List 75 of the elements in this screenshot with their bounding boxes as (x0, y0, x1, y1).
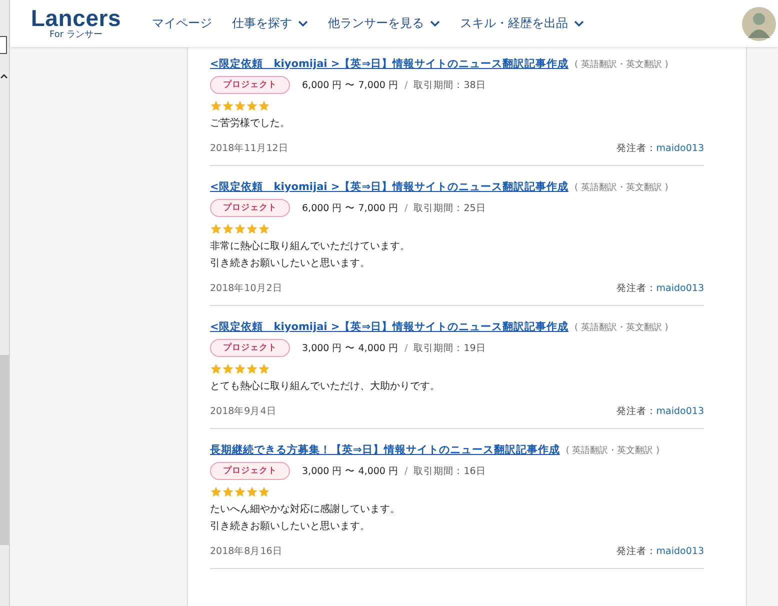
star-icon (246, 363, 258, 375)
job-title-link[interactable]: <限定依頼 kiyomijai >【英⇒日】情報サイトのニュース翻訳記事作成 (210, 180, 569, 194)
project-badge: プロジェクト (210, 462, 290, 480)
nav-link[interactable]: マイページ (152, 15, 212, 32)
price-text: 6,000 円 〜 7,000 円 (302, 78, 398, 92)
star-icon (234, 223, 246, 235)
comment-text: 引き続きお願いしたいと思います。 (210, 258, 371, 270)
price-text: 6,000 円 〜 7,000 円 (302, 202, 398, 214)
scrollbar-thumb[interactable] (0, 355, 9, 545)
comment-text: 非常に熱心に取り組んでいただけています。 (210, 241, 411, 253)
job-title-link[interactable]: <限定依頼 kiyomijai >【英⇒日】情報サイトのニュース翻訳記事作成 (210, 320, 569, 334)
star-icon (246, 486, 258, 498)
star-icon (222, 486, 234, 498)
date-text: 2018年11月12日 (210, 142, 288, 155)
period-text: 取引期間：19日 (414, 342, 486, 354)
separator-text: / (404, 80, 408, 90)
client-label: 発注者： (616, 283, 656, 294)
comment-text: たいへん細やかな対応に感謝しています。 (210, 504, 401, 516)
nav-link[interactable]: 他ランサーを見る (328, 15, 440, 32)
comment-text: ご苦労様でした。 (210, 118, 291, 130)
avatar-icon[interactable] (742, 6, 776, 40)
logo-text: Lancers (30, 6, 122, 30)
star-icon (210, 100, 222, 112)
star-icon (222, 223, 234, 235)
comment-text: 引き続きお願いしたいと思います。 (210, 521, 371, 533)
chevron-icon (298, 20, 308, 27)
separator-text: / (404, 202, 408, 214)
category-text: ( 英語翻訳・英文翻訳 ) (566, 444, 660, 457)
date-text: 2018年9月4日 (210, 405, 276, 418)
star-icon (234, 486, 246, 498)
period-text: 取引期間：38日 (414, 78, 486, 92)
client-label: 発注者： (616, 143, 656, 154)
period-text: 取引期間：25日 (414, 202, 486, 214)
project-badge: プロジェクト (210, 199, 290, 217)
job-title-link[interactable]: 長期継続できる方募集！【英⇒日】情報サイトのニュース翻訳記事作成 (210, 443, 560, 457)
star-icon (222, 363, 234, 375)
client-link[interactable]: maido013 (656, 406, 704, 417)
star-icon (234, 100, 246, 112)
separator-text: / (404, 466, 408, 476)
category-text: ( 英語翻訳・英文翻訳 ) (574, 182, 668, 194)
star-icon (246, 100, 258, 112)
date-text: 2018年10月2日 (210, 282, 282, 295)
star-icon (234, 363, 246, 375)
logo[interactable]: Lancers For ランサー (26, 6, 126, 41)
star-icon (258, 100, 270, 112)
client-link[interactable]: maido013 (656, 546, 704, 557)
client-label: 発注者： (616, 546, 656, 557)
project-badge: プロジェクト (210, 76, 290, 94)
price-text: 3,000 円 〜 4,000 円 (302, 464, 398, 478)
star-icon (210, 486, 222, 498)
client-label: 発注者： (616, 406, 656, 417)
caret-icon[interactable] (0, 73, 8, 79)
separator-text: / (404, 342, 408, 354)
star-icon (210, 363, 222, 375)
project-badge: プロジェクト (210, 339, 290, 357)
job-title-link[interactable]: <限定依頼 kiyomijai >【英⇒日】情報サイトのニュース翻訳記事作成 (210, 57, 569, 71)
client-link[interactable]: maido013 (656, 143, 704, 154)
period-text: 取引期間：16日 (414, 464, 486, 478)
star-icon (258, 363, 270, 375)
comment-text: とても熱心に取り組んでいただけ、大助かりです。 (210, 381, 441, 393)
star-icon (246, 223, 258, 235)
logo-subtitle: For ランサー (50, 30, 102, 41)
category-text: ( 英語翻訳・英文翻訳 ) (574, 322, 668, 334)
chevron-icon (574, 20, 584, 27)
nav-link[interactable]: スキル・経歴を出品 (460, 15, 584, 32)
nav-link[interactable]: 仕事を探す (232, 15, 308, 32)
star-icon (210, 223, 222, 235)
price-text: 3,000 円 〜 4,000 円 (302, 342, 398, 354)
client-link[interactable]: maido013 (656, 283, 704, 294)
date-text: 2018年8月16日 (210, 545, 282, 558)
star-icon (258, 223, 270, 235)
star-icon (222, 100, 234, 112)
category-text: ( 英語翻訳・英文翻訳 ) (574, 58, 668, 71)
chevron-icon (430, 20, 440, 27)
star-icon (258, 486, 270, 498)
